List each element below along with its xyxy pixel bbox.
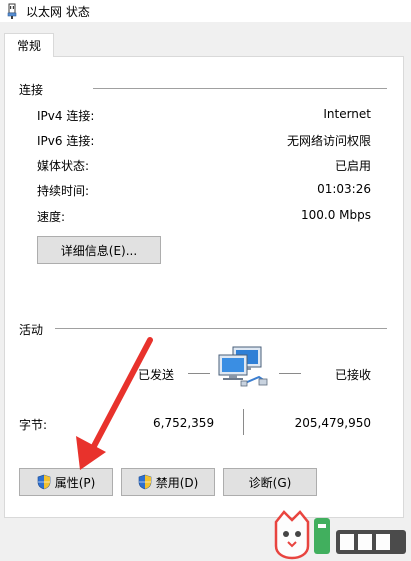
- title-bar[interactable]: 以太网 状态: [0, 0, 411, 22]
- ipv6-value: 无网络访问权限: [286, 134, 371, 148]
- ipv4-label: IPv4 连接:: [37, 109, 95, 123]
- bytes-separator: [243, 409, 244, 435]
- properties-button[interactable]: 属性(P): [19, 468, 113, 496]
- speed-label: 速度:: [37, 210, 66, 224]
- watermark-logo: [274, 510, 406, 560]
- sent-label: 已发送: [138, 368, 175, 382]
- ipv4-value: Internet: [323, 107, 371, 121]
- sent-line: [188, 373, 210, 374]
- window-title: 以太网 状态: [26, 4, 90, 19]
- activity-section-title: 活动: [19, 323, 44, 337]
- uac-shield-icon: [138, 474, 151, 490]
- diagnose-button-label: 诊断(G): [248, 475, 292, 490]
- received-line: [279, 373, 301, 374]
- connection-section-title: 连接: [19, 83, 44, 97]
- duration-label: 持续时间:: [37, 184, 90, 198]
- uac-shield-icon: [37, 474, 50, 490]
- bytes-label: 字节:: [19, 418, 48, 432]
- tab-general-label: 常规: [16, 39, 41, 53]
- diagnose-button[interactable]: 诊断(G): [223, 468, 317, 496]
- details-button-label: 详细信息(E)...: [60, 243, 138, 258]
- properties-button-label: 属性(P): [54, 475, 96, 490]
- bytes-sent-value: 6,752,359: [153, 416, 215, 430]
- duration-value: 01:03:26: [317, 182, 371, 196]
- network-computers-icon: [218, 346, 268, 387]
- media-state-label: 媒体状态:: [37, 159, 90, 173]
- details-button[interactable]: 详细信息(E)...: [37, 236, 161, 264]
- disable-button[interactable]: 禁用(D): [121, 468, 215, 496]
- bytes-received-value: 205,479,950: [294, 416, 371, 430]
- network-adapter-icon: [7, 3, 17, 19]
- activity-divider: [55, 328, 387, 329]
- ipv6-label: IPv6 连接:: [37, 134, 95, 148]
- general-panel: 连接 IPv4 连接: Internet IPv6 连接: 无网络访问权限 媒体…: [4, 56, 404, 518]
- tab-general[interactable]: 常规: [4, 33, 54, 57]
- disable-button-label: 禁用(D): [155, 475, 199, 490]
- received-label: 已接收: [335, 368, 372, 382]
- speed-value: 100.0 Mbps: [300, 208, 371, 222]
- media-state-value: 已启用: [334, 159, 371, 173]
- connection-divider: [93, 88, 387, 89]
